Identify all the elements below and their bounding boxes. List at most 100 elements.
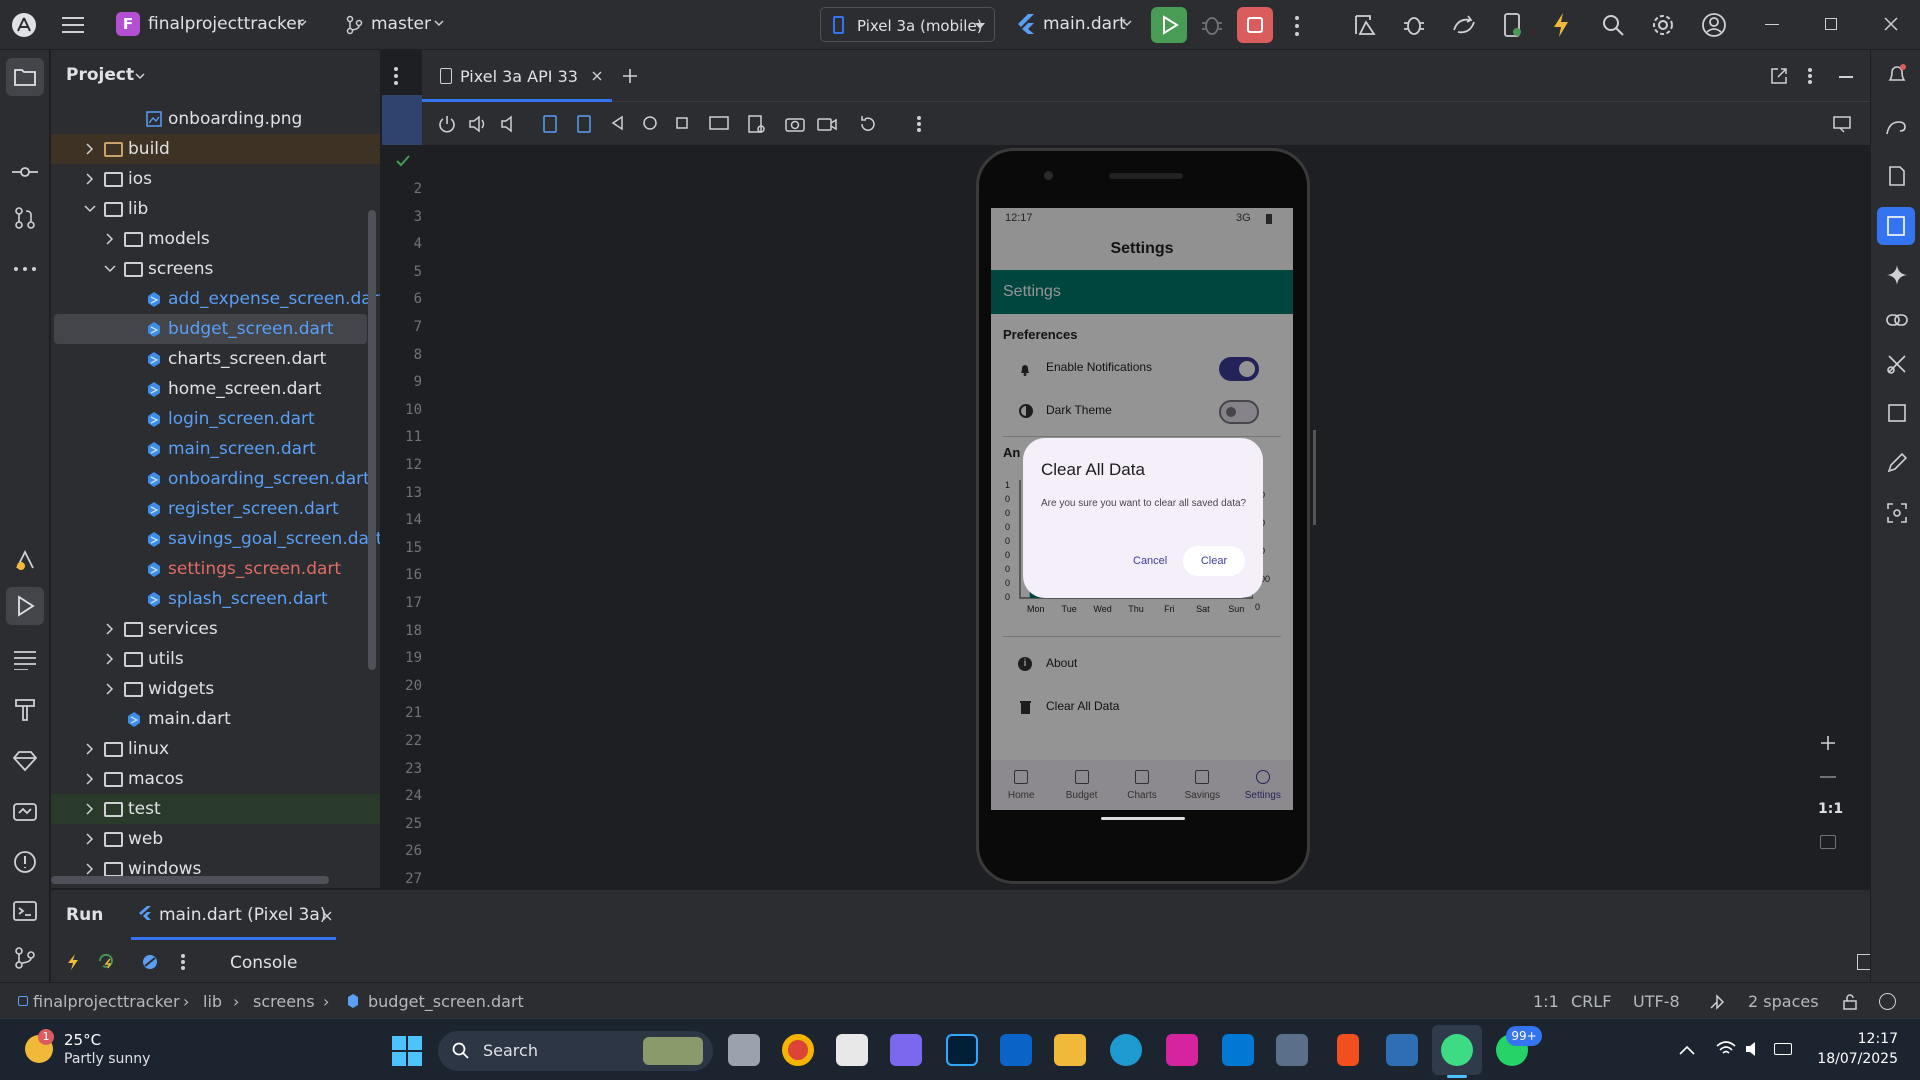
close-tab-icon[interactable]: [592, 71, 602, 81]
chevron-right-icon[interactable]: [84, 863, 94, 875]
console-tab[interactable]: Console: [230, 953, 298, 973]
layout-inspector-icon[interactable]: [1886, 353, 1908, 375]
tree-item[interactable]: budget_screen.dart: [54, 314, 367, 344]
close-tab-icon[interactable]: [322, 911, 332, 921]
more-vertical-icon[interactable]: [180, 953, 186, 971]
account-icon[interactable]: [1701, 12, 1727, 38]
vscode-icon[interactable]: [1222, 1034, 1254, 1066]
gemini-icon[interactable]: [1886, 264, 1908, 286]
chevron-right-icon[interactable]: [104, 683, 114, 695]
screenshot-icon[interactable]: [1886, 502, 1908, 524]
branch-menu[interactable]: master: [371, 14, 431, 34]
run-tab[interactable]: Run: [66, 905, 103, 925]
tree-item[interactable]: macos: [51, 764, 380, 794]
clock-date[interactable]: 18/07/2025: [1808, 1051, 1898, 1067]
tree-item[interactable]: settings_screen.dart: [51, 554, 380, 584]
add-tab-icon[interactable]: [622, 68, 638, 84]
back-icon[interactable]: [610, 115, 626, 131]
tray-chevron-icon[interactable]: [1679, 1045, 1695, 1055]
chevron-down-icon[interactable]: [84, 203, 96, 215]
more-vertical-icon[interactable]: [916, 115, 922, 133]
power-icon[interactable]: [437, 114, 457, 134]
sync-gradle-icon[interactable]: [1450, 12, 1478, 38]
android-studio-taskbar-icon[interactable]: [1441, 1034, 1473, 1066]
breadcrumb-lib[interactable]: lib: [203, 992, 222, 1011]
tree-item[interactable]: utils: [51, 644, 380, 674]
minimize-panel-icon[interactable]: [1839, 76, 1853, 78]
open-external-icon[interactable]: [1770, 67, 1788, 85]
gradle-icon[interactable]: [1885, 116, 1909, 136]
tree-item[interactable]: add_expense_screen.dart: [51, 284, 380, 314]
app-inspection-icon[interactable]: [12, 800, 38, 822]
file-encoding[interactable]: UTF-8: [1633, 992, 1680, 1011]
version-control-icon[interactable]: [13, 946, 37, 970]
chevron-right-icon[interactable]: [104, 233, 114, 245]
weather-widget[interactable]: 1 25°C Partly sunny: [22, 1027, 162, 1073]
tree-item[interactable]: web: [51, 824, 380, 854]
tree-item[interactable]: savings_goal_screen.dart: [51, 524, 380, 554]
snapshot-icon[interactable]: [746, 114, 766, 134]
gem-icon[interactable]: [12, 750, 38, 772]
line-separator[interactable]: CRLF: [1571, 992, 1611, 1011]
chevron-right-icon[interactable]: [84, 743, 94, 755]
more-tools-icon[interactable]: [13, 266, 37, 272]
search-icon[interactable]: [1601, 13, 1625, 37]
display-mode-icon[interactable]: [708, 114, 730, 134]
volume-up-icon[interactable]: [468, 114, 488, 134]
gear-icon[interactable]: [1651, 13, 1675, 37]
zoom-out-icon[interactable]: [1820, 776, 1836, 778]
tree-item[interactable]: services: [51, 614, 380, 644]
clock-time[interactable]: 12:17: [1828, 1031, 1898, 1047]
tree-item[interactable]: main_screen.dart: [51, 434, 380, 464]
project-panel-title[interactable]: Project: [66, 65, 134, 85]
more-vertical-icon[interactable]: [1807, 67, 1813, 85]
run-tool-button[interactable]: [6, 587, 44, 625]
tree-item[interactable]: charts_screen.dart: [51, 344, 380, 374]
edge-icon[interactable]: [1110, 1034, 1142, 1066]
microsoft-store-icon[interactable]: [836, 1034, 868, 1066]
run-button[interactable]: [1151, 7, 1187, 43]
tree-item[interactable]: home_screen.dart: [51, 374, 380, 404]
pull-requests-icon[interactable]: [13, 206, 37, 230]
record-video-icon[interactable]: [816, 114, 838, 134]
chevron-down-icon[interactable]: [104, 263, 116, 275]
tree-item[interactable]: onboarding.png: [51, 104, 380, 134]
dialog-clear-button[interactable]: Clear: [1183, 546, 1245, 576]
tree-item[interactable]: models: [51, 224, 380, 254]
device-manager-icon[interactable]: [1500, 12, 1524, 38]
terminal-icon[interactable]: [13, 900, 37, 922]
tree-item[interactable]: widgets: [51, 674, 380, 704]
photoshop-icon[interactable]: [946, 1034, 978, 1066]
rotate-left-icon[interactable]: [540, 114, 560, 134]
main-menu-icon[interactable]: [62, 15, 84, 35]
instagram-icon[interactable]: [1166, 1034, 1198, 1066]
tree-item[interactable]: ios: [51, 164, 380, 194]
run-config-menu[interactable]: main.dart: [1043, 14, 1126, 34]
devtools-icon[interactable]: [141, 953, 159, 971]
tree-item[interactable]: register_screen.dart: [51, 494, 380, 524]
tree-vertical-scrollbar[interactable]: [368, 210, 376, 670]
project-tool-button[interactable]: [6, 58, 44, 96]
figma-icon[interactable]: [1337, 1034, 1359, 1066]
volume-down-icon[interactable]: [500, 114, 520, 134]
overview-icon[interactable]: [674, 115, 690, 131]
device-selector[interactable]: Pixel 3a (mobile): [820, 7, 995, 42]
caret-position[interactable]: 1:1: [1533, 992, 1559, 1011]
tree-item[interactable]: splash_screen.dart: [51, 584, 380, 614]
minimize-icon[interactable]: [1765, 24, 1779, 25]
calculator-icon[interactable]: [1276, 1034, 1308, 1066]
breadcrumb-project[interactable]: finalprojecttracker: [33, 992, 180, 1011]
tree-item[interactable]: lib: [51, 194, 380, 224]
attach-debugger-icon[interactable]: [1401, 12, 1427, 38]
pen-icon[interactable]: [1886, 452, 1908, 474]
chevron-right-icon[interactable]: [84, 173, 94, 185]
chevron-right-icon[interactable]: [84, 773, 94, 785]
rotate-right-icon[interactable]: [574, 114, 594, 134]
build-icon[interactable]: [14, 698, 36, 722]
task-view-icon[interactable]: [728, 1034, 760, 1066]
tree-item[interactable]: login_screen.dart: [51, 404, 380, 434]
project-panel-options-icon[interactable]: [393, 66, 399, 86]
file-explorer-icon[interactable]: [1054, 1034, 1086, 1066]
debug-icon[interactable]: [1200, 13, 1224, 37]
virtualbox-icon[interactable]: [1386, 1034, 1418, 1066]
